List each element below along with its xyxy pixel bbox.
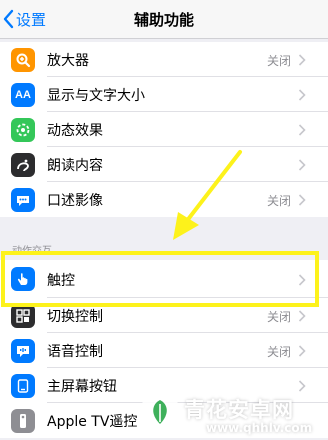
motion-icon [11,118,35,142]
apple-tv-remote-icon [11,409,35,433]
row-value: 关闭 [266,194,291,208]
watermark-name: 青花安卓网 [184,398,294,422]
settings-row-magnifier[interactable]: 放大器 关闭 [0,42,328,77]
row-label: Apple TV遥控 [47,414,138,430]
navigation-bar: 设置 辅助功能 [0,0,328,39]
row-value: 关闭 [266,310,291,324]
settings-row-motion[interactable]: 动态效果 [0,112,328,147]
watermark-logo-icon [140,392,180,432]
touch-hand-icon [11,267,35,291]
magnifier-icon [11,48,35,72]
watermark: 青花安卓网 www.qhhlv.com [140,392,328,440]
watermark-url: www.qhhlv.com [206,421,313,435]
row-label: 切换控制 [47,309,103,325]
chevron-right-icon [298,159,306,171]
vision-settings-group: 放大器 关闭 AA 显示与文字大小 动态效果 朗读内容 口述影像 关闭 [0,42,328,217]
text-size-icon: AA [11,83,35,107]
row-label: 口述影像 [47,193,103,209]
row-label: 放大器 [47,53,89,69]
home-button-icon [11,374,35,398]
settings-row-voice-control[interactable]: 语音控制 关闭 [0,333,328,368]
settings-row-spoken-content[interactable]: 朗读内容 [0,147,328,182]
row-value: 关闭 [266,54,291,68]
row-label: 主屏幕按钮 [47,379,117,395]
voice-control-icon [11,339,35,363]
row-label: 动态效果 [47,123,103,139]
chevron-right-icon [298,380,306,392]
chevron-right-icon [298,124,306,136]
chevron-right-icon [298,310,306,322]
chevron-right-icon [298,274,306,286]
row-value: 关闭 [266,345,291,359]
chevron-right-icon [298,54,306,66]
page-title: 辅助功能 [133,11,194,29]
row-label: 语音控制 [47,344,103,360]
settings-row-switch-control[interactable]: 切换控制 关闭 [0,298,328,333]
chevron-right-icon [298,345,306,357]
speech-icon [11,153,35,177]
chevron-right-icon [298,89,306,101]
switch-control-icon [11,304,35,328]
settings-row-audio-descriptions[interactable]: 口述影像 关闭 [0,182,328,217]
row-label: 朗读内容 [47,158,103,174]
audio-description-icon [11,188,35,212]
section-header-interaction: 动作交互 [12,246,52,252]
row-label: 触控 [47,273,75,289]
chevron-right-icon [298,194,306,206]
settings-row-display-text-size[interactable]: AA 显示与文字大小 [0,77,328,112]
settings-row-touch[interactable]: 触控 [0,260,328,298]
row-label: 显示与文字大小 [47,88,145,104]
